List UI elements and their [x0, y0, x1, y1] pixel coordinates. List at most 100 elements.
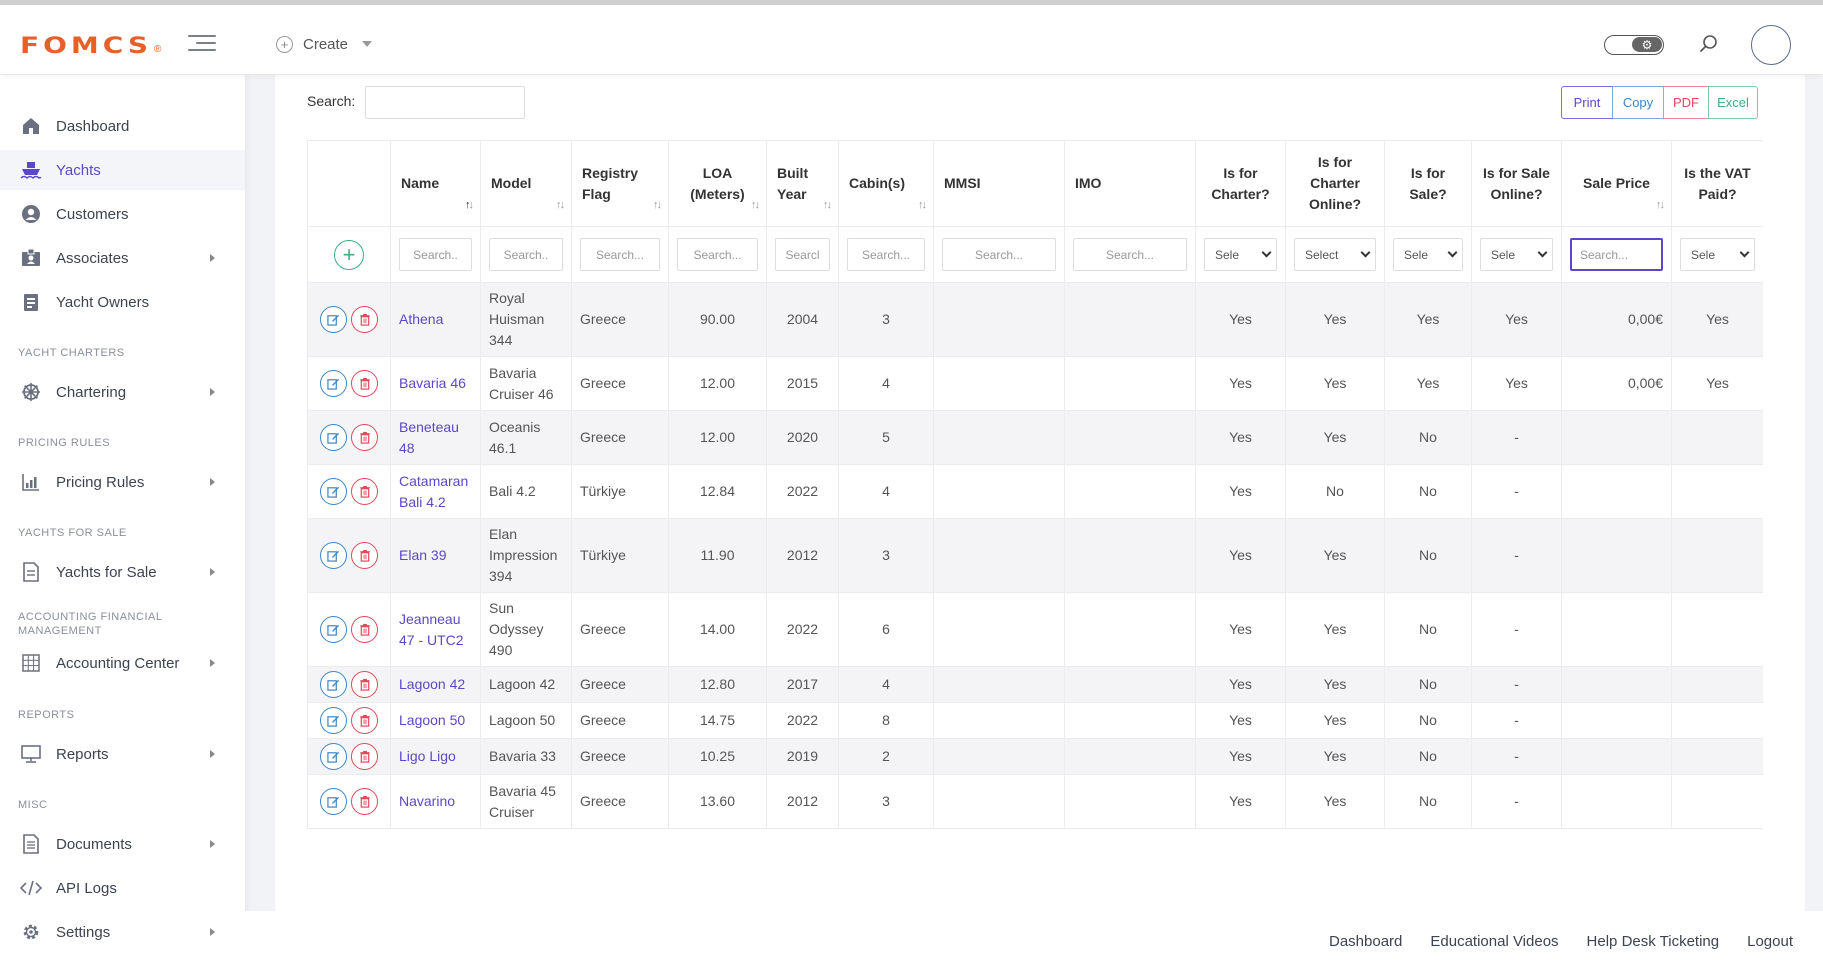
cell-is-for-charter-online: Yes: [1285, 356, 1385, 411]
footer-link-logout[interactable]: Logout: [1747, 933, 1793, 950]
trash-icon[interactable]: [351, 370, 378, 397]
edit-icon[interactable]: [320, 478, 347, 505]
filter-select-vat-paid[interactable]: Sele: [1680, 238, 1755, 271]
yacht-name-link[interactable]: Beneteau 48: [399, 419, 459, 456]
footer-link-dashboard[interactable]: Dashboard: [1329, 933, 1402, 950]
cell-name: Ligo Ligo: [390, 738, 481, 775]
menu-toggle-icon[interactable]: [188, 33, 216, 53]
column-header-is-for-sale[interactable]: Is for Sale?: [1384, 140, 1472, 227]
column-header-registry-flag[interactable]: Registry Flag ↑↓: [571, 140, 669, 227]
column-header-sale-price[interactable]: Sale Price ↑↓: [1561, 140, 1672, 227]
search-icon[interactable]: [1698, 33, 1720, 55]
user-avatar[interactable]: [1751, 25, 1791, 65]
chevron-down-icon: [362, 41, 373, 47]
filter-input-registry-flag[interactable]: Search...: [580, 238, 660, 271]
edit-icon[interactable]: [320, 616, 347, 643]
filter-select-is-for-sale[interactable]: Sele: [1393, 238, 1463, 271]
copy-button[interactable]: Copy: [1612, 86, 1664, 119]
edit-icon[interactable]: [320, 707, 347, 734]
filter-input-sale-price[interactable]: Search...: [1570, 238, 1663, 271]
sidebar-item-accounting-center[interactable]: Accounting Center: [0, 643, 245, 683]
sidebar-item-documents[interactable]: Documents: [0, 824, 245, 864]
column-header-name[interactable]: Name ↑↓: [390, 140, 481, 227]
sidebar-item-chartering[interactable]: Chartering: [0, 372, 245, 412]
create-dropdown[interactable]: + Create: [276, 29, 373, 59]
column-header-cabins[interactable]: Cabin(s) ↑↓: [838, 140, 934, 227]
footer-link-educational-videos[interactable]: Educational Videos: [1430, 933, 1558, 950]
yacht-name-link[interactable]: Elan 39: [399, 547, 446, 563]
filter-input-model[interactable]: Search..: [489, 238, 563, 271]
sidebar-item-yachts-for-sale[interactable]: Yachts for Sale: [0, 552, 245, 592]
sidebar-item-associates[interactable]: Associates: [0, 238, 245, 278]
table-wrapper: Name ↑↓ Model ↑↓ Registry Flag ↑↓ LOA (Mete…: [307, 140, 1763, 911]
column-header-model[interactable]: Model ↑↓: [480, 140, 572, 227]
sidebar-item-settings[interactable]: Settings: [0, 912, 245, 952]
trash-icon[interactable]: [351, 478, 378, 505]
trash-icon[interactable]: [351, 788, 378, 815]
filter-input-loa[interactable]: Search...: [677, 238, 758, 271]
column-header-is-for-charter-online[interactable]: Is for Charter Online?: [1285, 140, 1385, 227]
column-header-is-for-sale-online[interactable]: Is for Sale Online?: [1471, 140, 1562, 227]
add-yacht-button[interactable]: +: [334, 239, 364, 270]
sidebar-item-yachts[interactable]: Yachts: [0, 150, 245, 190]
trash-icon[interactable]: [351, 424, 378, 451]
filter-input-mmsi[interactable]: Search...: [942, 238, 1056, 271]
filter-cell: Select: [1285, 226, 1385, 283]
print-button[interactable]: Print: [1561, 86, 1613, 119]
column-header-imo[interactable]: IMO: [1064, 140, 1196, 227]
filter-input-cabins[interactable]: Search...: [847, 238, 925, 271]
filter-select-is-for-charter[interactable]: Sele: [1204, 238, 1277, 271]
trash-icon[interactable]: [351, 743, 378, 770]
yacht-name-link[interactable]: Lagoon 42: [399, 676, 465, 692]
cell-is-for-sale-online: -: [1471, 464, 1562, 519]
yacht-name-link[interactable]: Lagoon 50: [399, 712, 465, 728]
helm-icon: [20, 381, 42, 403]
sidebar-item-customers[interactable]: Customers: [0, 194, 245, 234]
edit-icon[interactable]: [320, 424, 347, 451]
theme-toggle[interactable]: ⚙: [1604, 35, 1664, 55]
column-header-vat-paid[interactable]: Is the VAT Paid?: [1671, 140, 1763, 227]
edit-icon[interactable]: [320, 671, 347, 698]
trash-icon[interactable]: [351, 707, 378, 734]
filter-input-name[interactable]: Search..: [399, 238, 472, 271]
pdf-button[interactable]: PDF: [1663, 86, 1709, 119]
column-header-built-year[interactable]: Built Year ↑↓: [766, 140, 839, 227]
cell-sale-price: [1561, 518, 1672, 593]
column-header-mmsi[interactable]: MMSI: [933, 140, 1065, 227]
yacht-name-link[interactable]: Jeanneau 47 - UTC2: [399, 611, 464, 648]
yacht-name-link[interactable]: Bavaria 46: [399, 375, 466, 391]
filter-cell: Search...: [1064, 226, 1196, 283]
edit-icon[interactable]: [320, 788, 347, 815]
cell-cabins: 4: [838, 666, 934, 703]
trash-icon[interactable]: [351, 306, 378, 333]
chevron-down-icon: [1360, 247, 1371, 258]
edit-icon[interactable]: [320, 542, 347, 569]
edit-icon[interactable]: [320, 370, 347, 397]
yacht-name-link[interactable]: Catamaran Bali 4.2: [399, 473, 468, 510]
filter-select-is-for-charter-online[interactable]: Select: [1294, 238, 1376, 271]
column-header-is-for-charter[interactable]: Is for Charter?: [1195, 140, 1286, 227]
sidebar-item-pricing-rules[interactable]: Pricing Rules: [0, 462, 245, 502]
search-input[interactable]: [365, 86, 525, 119]
trash-icon[interactable]: [351, 671, 378, 698]
excel-button[interactable]: Excel: [1708, 86, 1758, 119]
sidebar-item-api-logs[interactable]: API Logs: [0, 868, 245, 908]
filter-select-is-for-sale-online[interactable]: Sele: [1480, 238, 1553, 271]
cell-mmsi: [933, 282, 1065, 357]
trash-icon[interactable]: [351, 616, 378, 643]
filter-cell: Search...: [668, 226, 767, 283]
filter-input-built-year[interactable]: Searcl: [775, 238, 830, 271]
sidebar-item-dashboard[interactable]: Dashboard: [0, 106, 245, 146]
edit-icon[interactable]: [320, 306, 347, 333]
filter-input-imo[interactable]: Search...: [1073, 238, 1187, 271]
yacht-name-link[interactable]: Ligo Ligo: [399, 748, 456, 764]
yacht-name-link[interactable]: Navarino: [399, 793, 455, 809]
sidebar-item-reports[interactable]: Reports: [0, 734, 245, 774]
column-header-loa[interactable]: LOA (Meters) ↑↓: [668, 140, 767, 227]
brand-logo[interactable]: FOMCS ®: [20, 27, 161, 57]
trash-icon[interactable]: [351, 542, 378, 569]
edit-icon[interactable]: [320, 743, 347, 770]
footer-link-help-desk-ticketing[interactable]: Help Desk Ticketing: [1587, 933, 1720, 950]
sidebar-item-yacht-owners[interactable]: Yacht Owners: [0, 282, 245, 322]
yacht-name-link[interactable]: Athena: [399, 311, 443, 327]
